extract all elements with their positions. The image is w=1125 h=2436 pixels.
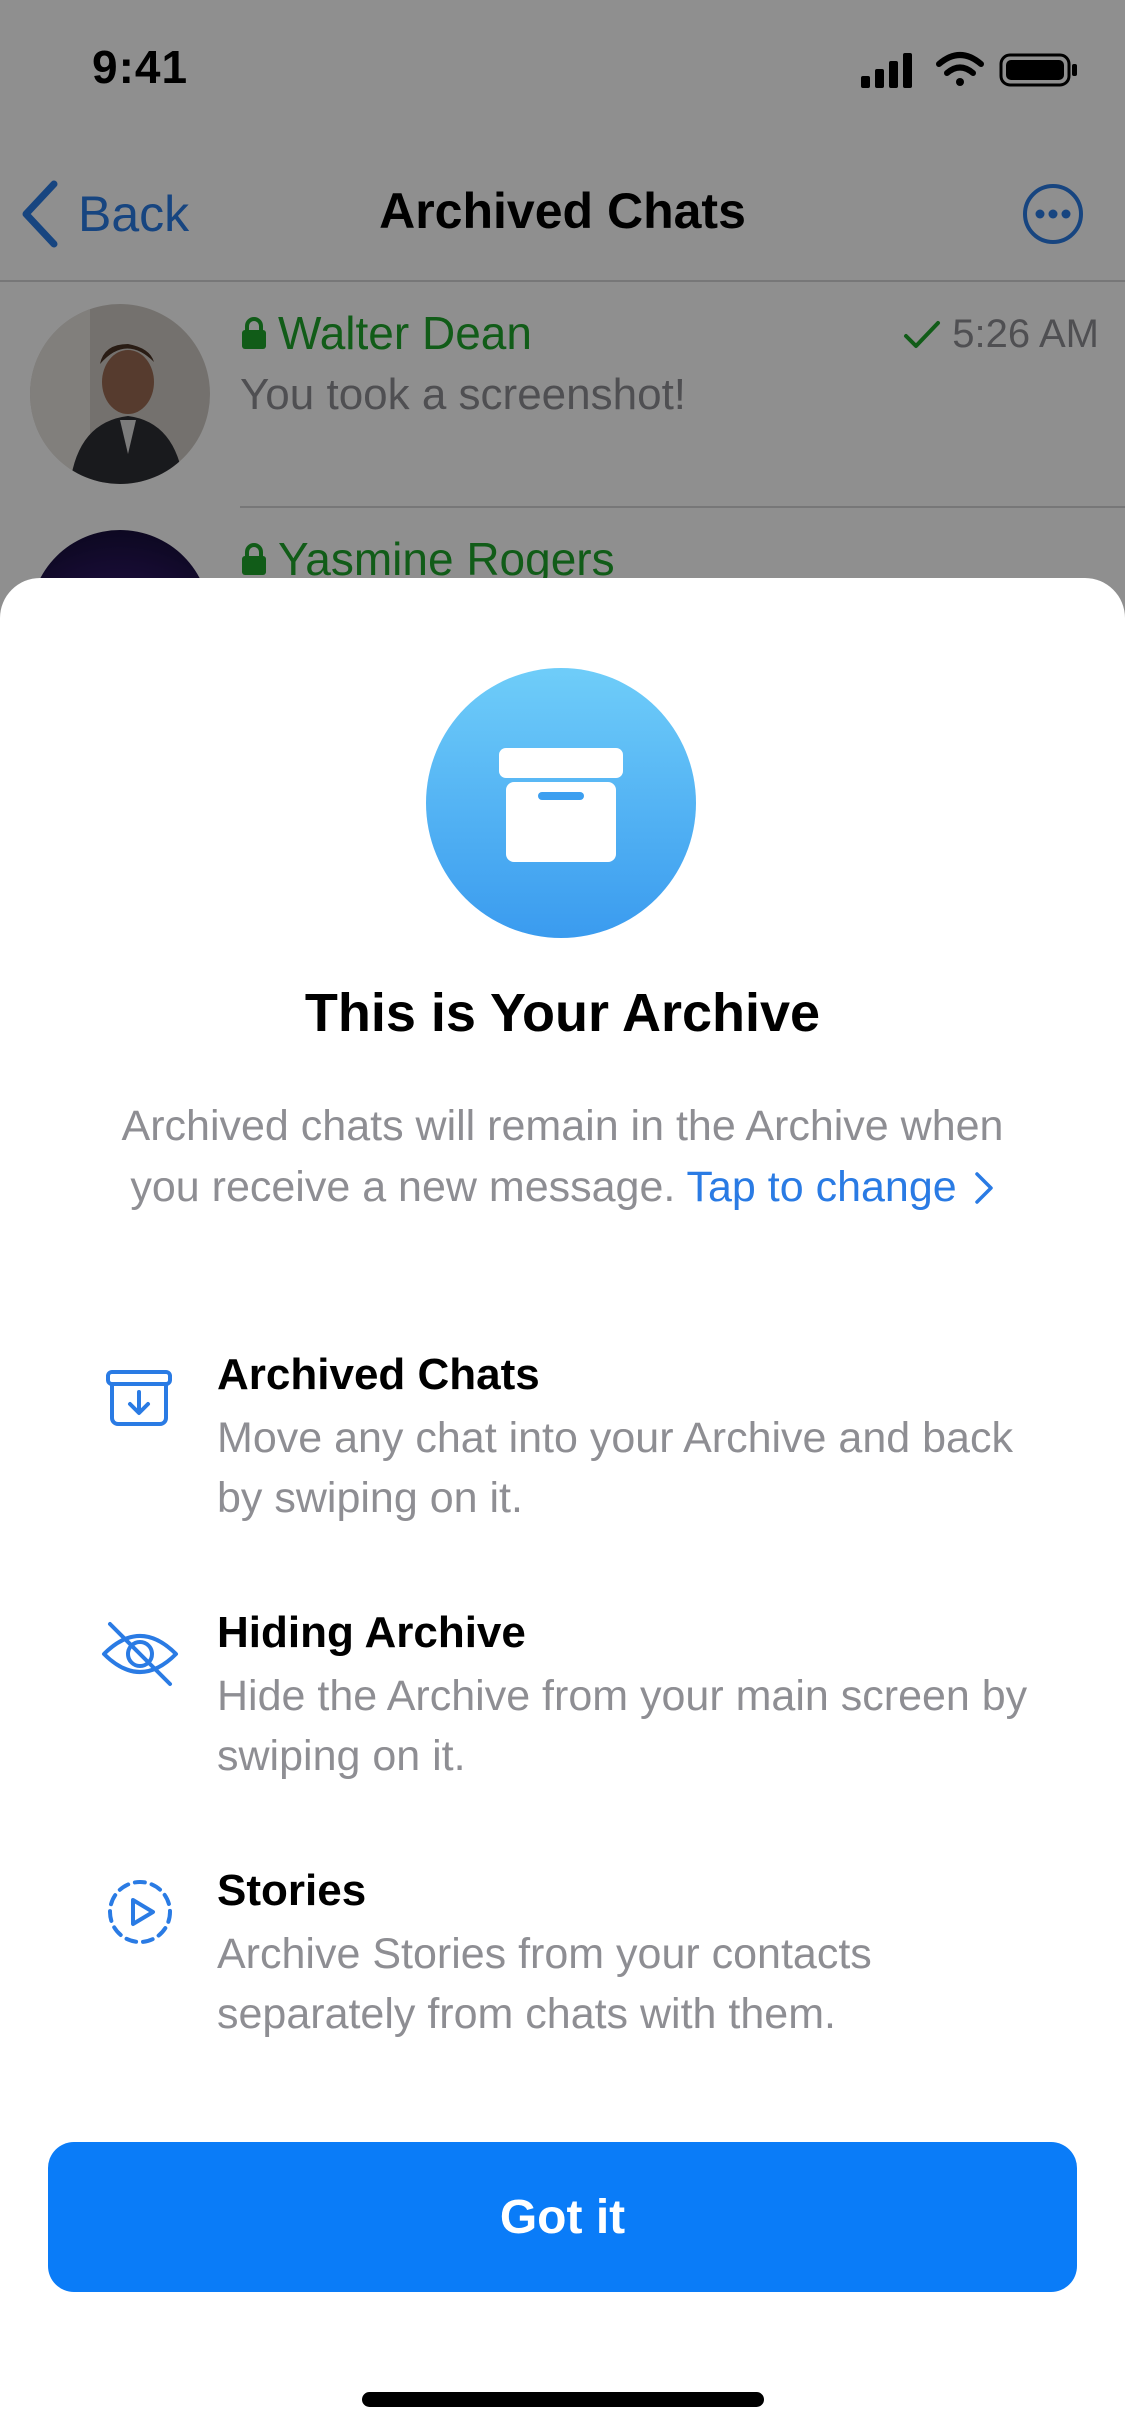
feature-description: Hide the Archive from your main screen b… (217, 1672, 1028, 1780)
feature-title: Archived Chats (217, 1350, 540, 1399)
tap-to-change-link[interactable]: Tap to change (687, 1163, 995, 1211)
eye-slash-icon (102, 1622, 178, 1686)
archive-download-icon (106, 1370, 172, 1426)
feature-title: Hiding Archive (217, 1608, 526, 1657)
stories-play-icon (108, 1880, 172, 1944)
chevron-right-icon (974, 1172, 993, 1204)
sheet-description: Archived chats will remain in the Archiv… (120, 1096, 1005, 1218)
home-indicator (362, 2392, 764, 2407)
archive-box-icon (499, 748, 623, 862)
feature-description: Archive Stories from your contacts separ… (217, 1930, 872, 2038)
feature-archived-chats: Archived Chats Move any chat into your A… (0, 1350, 1125, 1550)
archive-info-sheet: This is Your Archive Archived chats will… (0, 578, 1125, 2436)
feature-title: Stories (217, 1866, 367, 1915)
got-it-button[interactable]: Got it (48, 2142, 1077, 2292)
feature-stories: Stories Archive Stories from your contac… (0, 1866, 1125, 2066)
feature-hiding-archive: Hiding Archive Hide the Archive from you… (0, 1608, 1125, 1808)
link-label: Tap to change (686, 1163, 957, 1211)
archive-hero (426, 668, 696, 938)
sheet-title: This is Your Archive (304, 983, 821, 1043)
feature-description: Move any chat into your Archive and back… (217, 1414, 1013, 1522)
